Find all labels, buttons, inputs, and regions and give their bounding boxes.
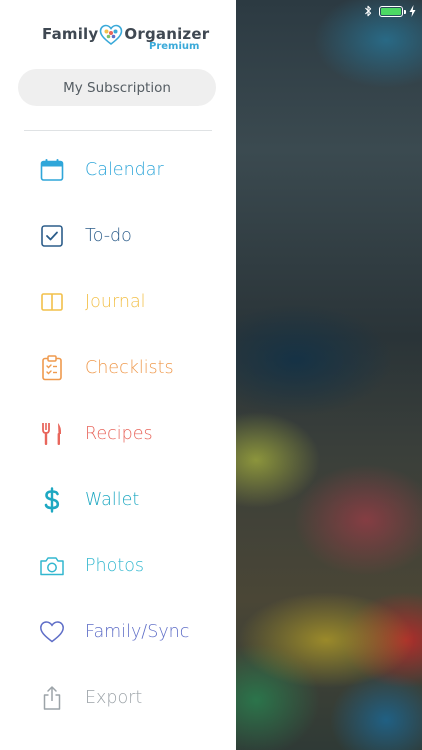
menu-item-family-sync[interactable]: Family/Sync [0,599,236,665]
status-bar [363,4,416,18]
camera-icon [38,552,66,580]
menu-item-to-do[interactable]: To-do [0,203,236,269]
calendar-icon [38,156,66,184]
menu-label-calendar: Calendar [85,160,164,180]
menu-label-checklists: Checklists [85,358,174,378]
menu-label-wallet: Wallet [85,490,140,510]
menu-item-calendar[interactable]: Calendar [0,137,236,203]
book-icon [38,288,66,316]
checkbox-icon [38,222,66,250]
heart-logo-icon [100,24,123,46]
blurred-content-background[interactable] [236,0,422,750]
menu-item-wallet[interactable]: Wallet [0,467,236,533]
dollar-icon [38,486,66,514]
charging-bolt-icon [409,5,416,17]
menu-item-photos[interactable]: Photos [0,533,236,599]
battery-icon [379,5,406,17]
brand-word-family: Family [42,25,99,43]
menu-label-recipes: Recipes [85,424,153,444]
menu-item-checklists[interactable]: Checklists [0,335,236,401]
side-menu-drawer: Family Organizer Premium My Subscription [0,0,236,750]
menu-item-export[interactable]: Export [0,665,236,731]
share-icon [38,684,66,712]
menu-label-family-sync: Family/Sync [85,622,190,642]
menu-label-export: Export [85,688,143,708]
menu-label-photos: Photos [85,556,145,576]
fork-knife-icon [38,420,66,448]
clipboard-check-icon [38,354,66,382]
heart-icon [38,618,66,646]
premium-badge: Premium [149,41,200,52]
my-subscription-button[interactable]: My Subscription [18,69,216,106]
menu-item-journal[interactable]: Journal [0,269,236,335]
divider [24,130,212,131]
menu-label-to-do: To-do [85,226,132,246]
menu-item-recipes[interactable]: Recipes [0,401,236,467]
bluetooth-icon [365,5,372,17]
menu-label-journal: Journal [85,292,146,312]
